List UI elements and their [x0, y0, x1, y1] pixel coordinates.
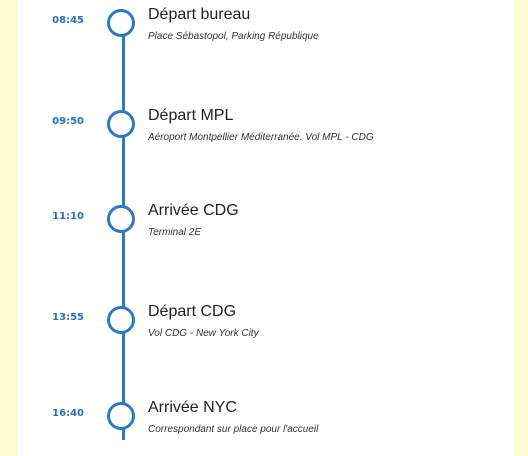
event-time: 13:55: [52, 312, 84, 323]
timeline-panel: 08:45 Départ bureau Place Sébastopol, Pa…: [18, 0, 514, 456]
event-title: Arrivée NYC: [148, 399, 237, 416]
timeline-node-icon: [107, 402, 135, 430]
event-subtitle: Aéroport Montpellier Méditerranée. Vol M…: [148, 132, 374, 143]
event-subtitle: Correspondant sur place pour l'accueil: [148, 424, 319, 435]
timeline-node-icon: [107, 205, 135, 233]
timeline-event: 16:40 Arrivée NYC Correspondant sur plac…: [18, 396, 514, 456]
event-time: 08:45: [52, 15, 84, 26]
timeline-event: 13:55 Départ CDG Vol CDG - New York City: [18, 300, 514, 360]
event-title: Arrivée CDG: [148, 202, 239, 219]
event-time: 11:10: [52, 211, 84, 222]
timeline-event: 08:45 Départ bureau Place Sébastopol, Pa…: [18, 3, 514, 63]
timeline-event: 11:10 Arrivée CDG Terminal 2E: [18, 199, 514, 259]
event-title: Départ CDG: [148, 303, 237, 320]
event-time: 16:40: [52, 408, 84, 419]
timeline-event: 09:50 Départ MPL Aéroport Montpellier Mé…: [18, 104, 514, 164]
timeline-node-icon: [107, 9, 135, 37]
timeline-node-icon: [107, 110, 135, 138]
timeline-node-icon: [107, 306, 135, 334]
event-subtitle: Vol CDG - New York City: [148, 328, 259, 339]
event-title: Départ bureau: [148, 6, 251, 23]
event-title: Départ MPL: [148, 107, 234, 124]
event-time: 09:50: [52, 116, 84, 127]
event-subtitle: Terminal 2E: [148, 227, 201, 238]
event-subtitle: Place Sébastopol, Parking République: [148, 31, 319, 42]
